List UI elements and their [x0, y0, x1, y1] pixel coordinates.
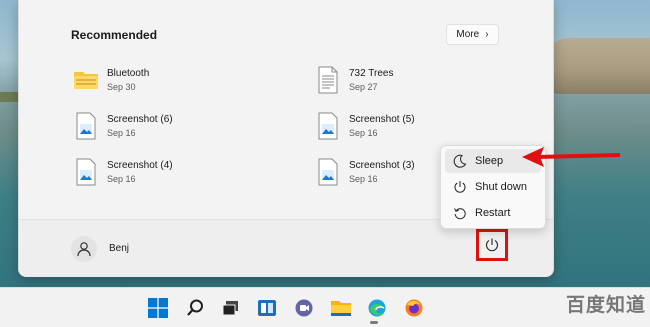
recommended-item-screenshot-5[interactable]: Screenshot (5) Sep 16	[315, 112, 515, 146]
item-name: Bluetooth	[107, 68, 150, 79]
active-app-indicator	[370, 321, 378, 324]
restart-icon	[445, 206, 475, 220]
widgets-icon[interactable]	[254, 295, 280, 321]
recommended-item-732-trees[interactable]: 732 Trees Sep 27	[315, 66, 515, 100]
search-icon[interactable]	[182, 295, 208, 321]
moon-icon	[445, 154, 475, 168]
item-date: Sep 16	[349, 174, 378, 184]
more-button-label: More	[456, 29, 480, 40]
user-name: Benj	[109, 243, 130, 254]
image-file-icon	[73, 158, 99, 186]
wallpaper-reeds	[540, 38, 650, 94]
edge-icon[interactable]	[364, 295, 390, 321]
task-view-icon[interactable]	[218, 295, 244, 321]
recommended-heading: Recommended	[71, 28, 158, 42]
power-icon	[445, 180, 475, 194]
item-date: Sep 16	[107, 174, 136, 184]
text-file-icon	[315, 66, 341, 94]
restart-menu-item[interactable]: Restart	[445, 201, 541, 225]
recommended-item-screenshot-4[interactable]: Screenshot (4) Sep 16	[73, 158, 273, 192]
power-button[interactable]	[476, 229, 508, 261]
recommended-item-screenshot-3[interactable]: Screenshot (3) Sep 16	[315, 158, 445, 192]
item-date: Sep 30	[107, 82, 136, 92]
red-arrow-annotation	[522, 147, 621, 167]
user-avatar[interactable]	[71, 236, 97, 262]
item-name: Screenshot (6)	[107, 114, 173, 125]
restart-label: Restart	[475, 207, 511, 219]
teams-chat-icon[interactable]	[291, 295, 317, 321]
shut-down-label: Shut down	[475, 181, 527, 193]
taskbar	[0, 287, 650, 327]
more-button[interactable]: More ›	[446, 24, 499, 45]
item-name: 732 Trees	[349, 68, 394, 79]
item-name: Screenshot (5)	[349, 114, 415, 125]
image-file-icon	[73, 112, 99, 140]
sleep-label: Sleep	[475, 155, 504, 167]
item-name: Screenshot (4)	[107, 160, 173, 171]
item-name: Screenshot (3)	[349, 160, 415, 171]
power-icon	[485, 238, 499, 252]
image-file-icon	[315, 158, 341, 186]
item-date: Sep 16	[107, 128, 136, 138]
shut-down-menu-item[interactable]: Shut down	[445, 175, 541, 199]
file-explorer-icon[interactable]	[328, 295, 354, 321]
image-file-icon	[315, 112, 341, 140]
firefox-icon[interactable]	[401, 295, 427, 321]
chevron-right-icon: ›	[485, 29, 489, 40]
item-date: Sep 16	[349, 128, 378, 138]
watermark: 百度知道	[566, 294, 647, 316]
windows-start-icon[interactable]	[145, 295, 171, 321]
user-icon	[77, 242, 91, 257]
folder-icon	[73, 66, 99, 94]
start-menu: Recommended More › Bluetooth Sep 30 732 …	[18, 0, 554, 277]
recommended-item-screenshot-6[interactable]: Screenshot (6) Sep 16	[73, 112, 273, 146]
item-date: Sep 27	[349, 82, 378, 92]
recommended-item-bluetooth[interactable]: Bluetooth Sep 30	[73, 66, 273, 100]
